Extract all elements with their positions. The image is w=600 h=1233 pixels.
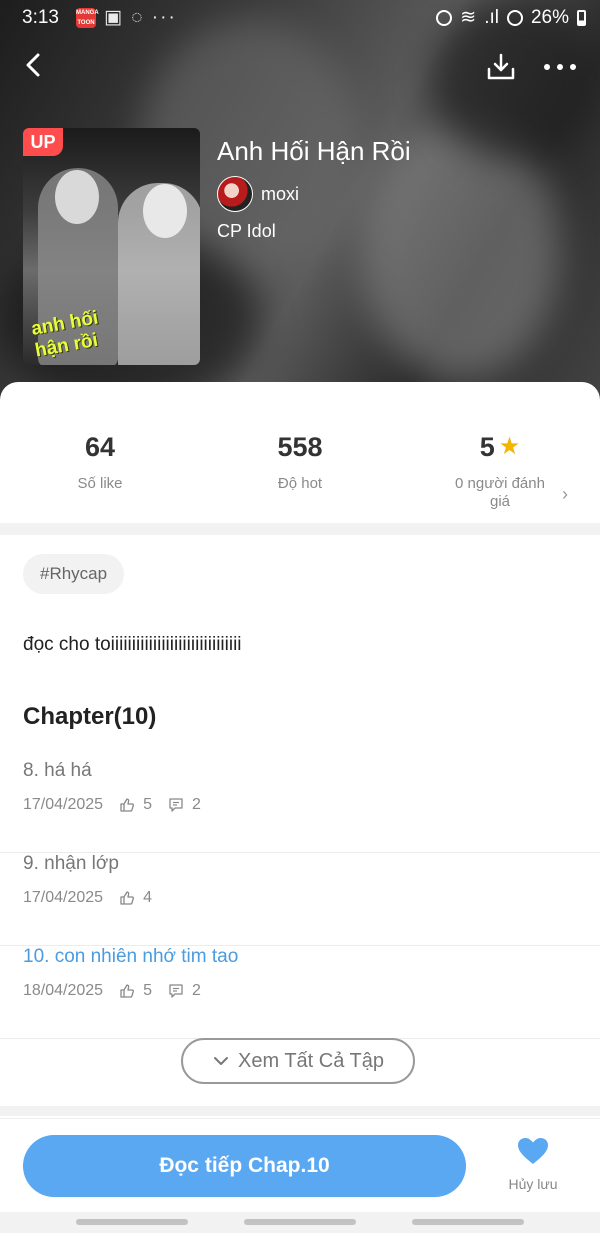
thumbs-up-icon xyxy=(120,891,135,905)
chapter-like-count: 4 xyxy=(143,889,152,906)
rating-value: 5 xyxy=(479,432,495,462)
chapter-date: 17/04/2025 xyxy=(23,796,104,813)
back-button[interactable] xyxy=(20,50,50,80)
chapter-likes: 5 xyxy=(119,796,152,814)
likes-count: 64 xyxy=(84,432,116,462)
comment-icon xyxy=(169,798,183,812)
nav-back-button[interactable] xyxy=(412,1219,524,1225)
app-notification-icon: MANGA TOON xyxy=(76,8,99,28)
download-button[interactable] xyxy=(486,52,516,82)
nav-recent-button[interactable] xyxy=(76,1219,188,1225)
status-right: ≋ .ıl 26% xyxy=(436,6,586,29)
stat-likes: 64 Số like xyxy=(0,406,200,526)
rating-label-line1: 0 người đánh xyxy=(455,475,545,492)
chapter-name: 8. há há xyxy=(23,760,92,781)
rating-label: 0 người đánh giá xyxy=(400,475,600,511)
see-all-chapters-button[interactable]: Xem Tất Cả Tập xyxy=(181,1038,415,1084)
chapter-date: 18/04/2025 xyxy=(23,982,104,999)
stat-hot: 558 Độ hot xyxy=(200,406,400,526)
chapter-name: 9. nhận lớp xyxy=(23,853,119,874)
nav-home-button[interactable] xyxy=(244,1219,356,1225)
chapter-comment-count: 2 xyxy=(191,982,201,999)
chevron-left-icon xyxy=(26,53,40,77)
hero-header: 3:13 MANGA TOON ▣ ◌ ··· ≋ .ıl 26% anh hố… xyxy=(0,0,600,420)
chapter-comment-count: 2 xyxy=(191,796,201,813)
cover-image: anh hối hận rồi xyxy=(23,128,200,365)
favorite-label: Hủy lưu xyxy=(508,1176,558,1192)
battery-icon xyxy=(577,9,586,26)
hot-label: Độ hot xyxy=(277,475,323,492)
favorite-button[interactable]: Hủy lưu xyxy=(496,1137,570,1192)
author-avatar xyxy=(217,176,253,212)
chapter-date: 17/04/2025 xyxy=(23,889,104,906)
heart-icon xyxy=(518,1138,548,1164)
chapter-meta: 18/04/2025 5 2 xyxy=(23,982,201,1000)
chapter-item[interactable]: 9. nhận lớp 17/04/2025 4 xyxy=(0,853,600,946)
chapter-like-count: 5 xyxy=(143,796,152,813)
comment-icon xyxy=(169,984,183,998)
stat-rating[interactable]: 5 ★ 0 người đánh giá › xyxy=(400,406,600,526)
detail-card: 64 Số like 558 Độ hot 5 ★ 0 người đánh gi… xyxy=(0,382,600,1233)
star-icon: ★ xyxy=(498,433,521,460)
chapter-likes: 5 xyxy=(119,982,152,1000)
hot-count: 558 xyxy=(277,432,323,462)
download-icon xyxy=(487,53,515,80)
chapter-meta: 17/04/2025 4 xyxy=(23,889,152,907)
author-name: moxi xyxy=(261,183,300,204)
tag-chip[interactable]: #Rhycap xyxy=(23,554,125,594)
alarm-icon xyxy=(436,9,453,26)
genre-label: CP Idol xyxy=(217,221,276,241)
notification-icons: ▣ ◌ ··· xyxy=(104,7,177,28)
update-badge: UP xyxy=(23,128,63,156)
chevron-down-icon xyxy=(214,1057,228,1065)
rating-label-line2: giá xyxy=(489,493,511,510)
chevron-right-icon: › xyxy=(562,484,568,504)
more-icon xyxy=(544,64,576,70)
section-divider xyxy=(0,523,600,535)
chapter-item-current[interactable]: 10. con nhiên nhớ tim tao 18/04/2025 5 2 xyxy=(0,946,600,1039)
chapter-meta: 17/04/2025 5 2 xyxy=(23,796,201,814)
section-divider xyxy=(0,1106,600,1116)
chapters-heading: Chapter(10) xyxy=(23,703,157,730)
cover-face xyxy=(143,184,187,238)
chapter-name: 10. con nhiên nhớ tim tao xyxy=(23,946,239,967)
system-nav-bar xyxy=(0,1212,600,1233)
chapter-comments: 2 xyxy=(168,796,201,814)
bottom-action-bar: Đọc tiếp Chap.10 Hủy lưu xyxy=(0,1118,600,1213)
chapter-item[interactable]: 8. há há 17/04/2025 5 2 xyxy=(0,760,600,853)
more-options-button[interactable] xyxy=(540,52,580,82)
stats-row: 64 Số like 558 Độ hot 5 ★ 0 người đánh gi… xyxy=(0,406,600,526)
thumbs-up-icon xyxy=(120,984,135,998)
chapter-comments: 2 xyxy=(168,982,201,1000)
signal-icon: .ıl xyxy=(484,6,499,28)
wifi-icon: ≋ xyxy=(460,7,477,28)
battery-text: 26% xyxy=(530,6,569,28)
description-text: đọc cho toiiiiiiiiiiiiiiiiiiiiiiiiiiiiii… xyxy=(23,634,242,655)
rating-value-row: 5 ★ xyxy=(400,432,600,463)
cover-face xyxy=(55,170,99,224)
status-bar: 3:13 MANGA TOON ▣ ◌ ··· ≋ .ıl 26% xyxy=(0,0,600,36)
do-not-disturb-icon xyxy=(506,9,523,26)
manga-title: Anh Hối Hận Rồi xyxy=(217,136,411,166)
see-all-label: Xem Tất Cả Tập xyxy=(238,1049,384,1072)
thumbs-up-icon xyxy=(120,798,135,812)
status-time: 3:13 xyxy=(22,7,59,28)
author-link[interactable]: moxi xyxy=(217,176,299,212)
likes-label: Số like xyxy=(77,475,123,492)
chapter-likes: 4 xyxy=(119,889,152,907)
continue-reading-button[interactable]: Đọc tiếp Chap.10 xyxy=(23,1135,466,1197)
chapter-like-count: 5 xyxy=(143,982,152,999)
